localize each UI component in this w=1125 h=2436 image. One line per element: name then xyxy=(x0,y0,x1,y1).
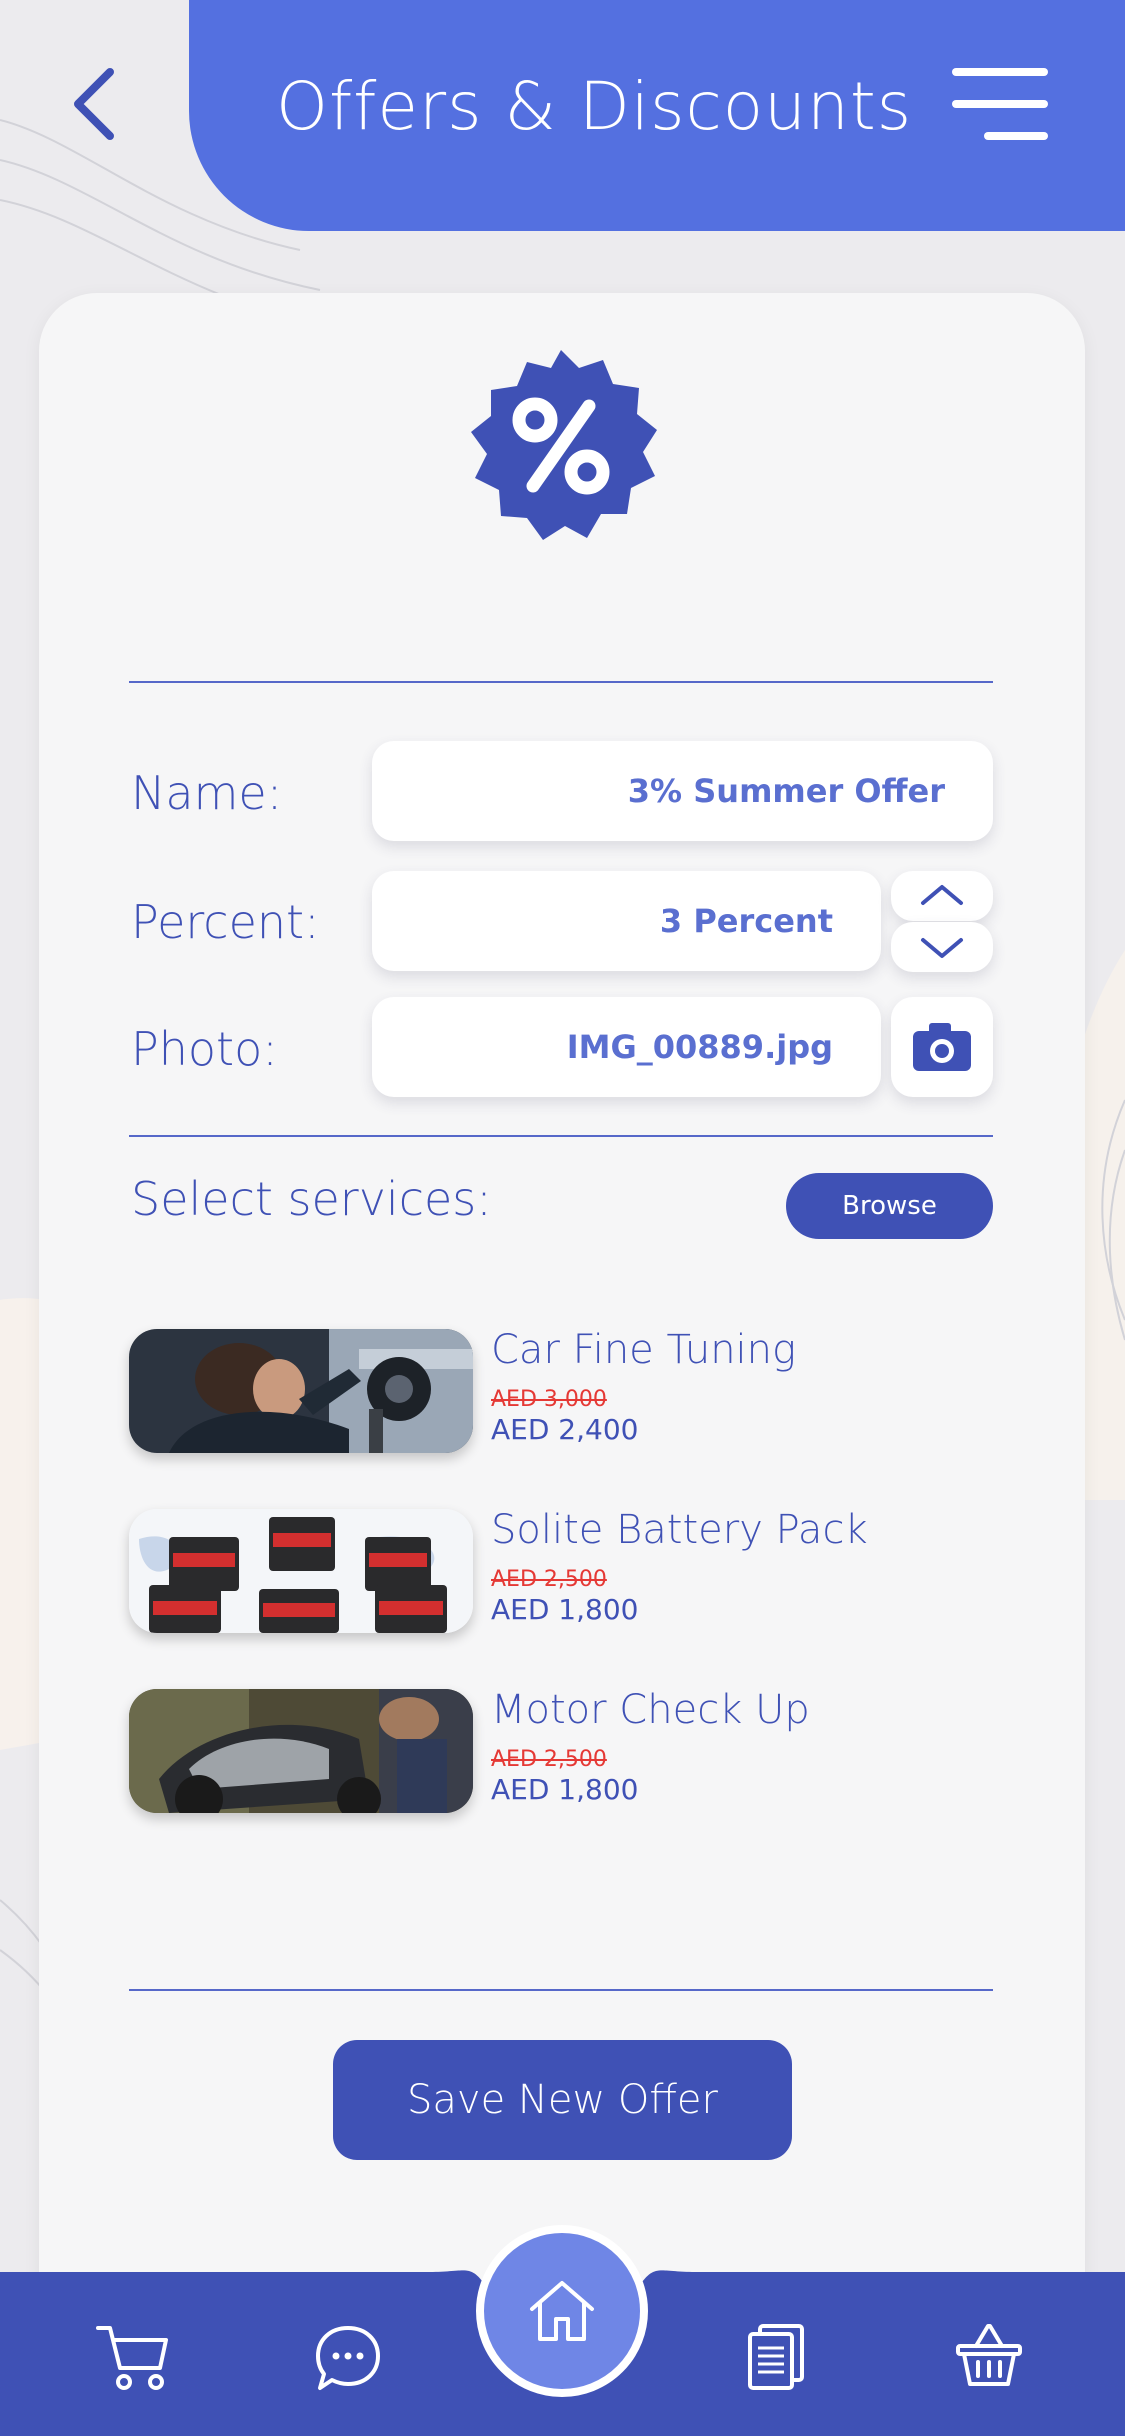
select-services-label: Select services: xyxy=(131,1172,492,1226)
home-icon xyxy=(530,2281,594,2341)
service-new-price: AED 2,400 xyxy=(491,1413,639,1446)
percent-decrement-button[interactable] xyxy=(891,922,993,972)
back-button[interactable] xyxy=(66,64,126,144)
car-tuning-thumbnail xyxy=(129,1329,473,1453)
name-label: Name: xyxy=(131,766,283,820)
cart-icon[interactable] xyxy=(94,2322,170,2392)
service-name: Solite Battery Pack xyxy=(491,1507,868,1553)
menu-button[interactable] xyxy=(952,64,1052,144)
browse-button[interactable]: Browse xyxy=(786,1173,993,1239)
chat-icon[interactable] xyxy=(314,2324,382,2392)
chevron-up-icon xyxy=(921,885,963,905)
service-item[interactable]: Car Fine Tuning AED 3,000 AED 2,400 xyxy=(129,1327,989,1453)
service-old-price: AED 3,000 xyxy=(491,1387,607,1412)
camera-icon xyxy=(913,1023,971,1071)
offer-form-card xyxy=(39,293,1085,2343)
percent-label: Percent: xyxy=(131,895,320,949)
camera-button[interactable] xyxy=(891,997,993,1097)
divider-middle xyxy=(129,1135,993,1137)
service-new-price: AED 1,800 xyxy=(491,1593,639,1626)
motor-checkup-thumbnail xyxy=(129,1689,473,1813)
basket-icon[interactable] xyxy=(954,2322,1024,2390)
service-item[interactable]: Solite Battery Pack AED 2,500 AED 1,800 xyxy=(129,1507,989,1633)
percent-increment-button[interactable] xyxy=(891,871,993,921)
divider-bottom xyxy=(129,1989,993,1991)
discount-badge-icon xyxy=(471,350,657,540)
service-name: Car Fine Tuning xyxy=(491,1327,797,1373)
chevron-left-icon xyxy=(74,68,114,140)
photo-label: Photo: xyxy=(131,1022,278,1076)
percent-input[interactable]: 3 Percent xyxy=(372,871,881,971)
home-button[interactable] xyxy=(476,2225,648,2397)
service-item[interactable]: Motor Check Up AED 2,500 AED 1,800 xyxy=(129,1687,989,1813)
service-old-price: AED 2,500 xyxy=(491,1747,607,1772)
service-old-price: AED 2,500 xyxy=(491,1567,607,1592)
divider-top xyxy=(129,681,993,683)
documents-icon[interactable] xyxy=(746,2322,806,2392)
name-input[interactable]: 3% Summer Offer xyxy=(372,741,993,841)
chevron-down-icon xyxy=(921,938,963,958)
service-new-price: AED 1,800 xyxy=(491,1773,639,1806)
battery-pack-thumbnail xyxy=(129,1509,473,1633)
hamburger-menu-icon xyxy=(952,68,1048,140)
page-title: Offers & Discounts xyxy=(276,68,913,145)
service-name: Motor Check Up xyxy=(491,1687,810,1733)
save-new-offer-button[interactable]: Save New Offer xyxy=(333,2040,792,2160)
photo-input[interactable]: IMG_00889.jpg xyxy=(372,997,881,1097)
